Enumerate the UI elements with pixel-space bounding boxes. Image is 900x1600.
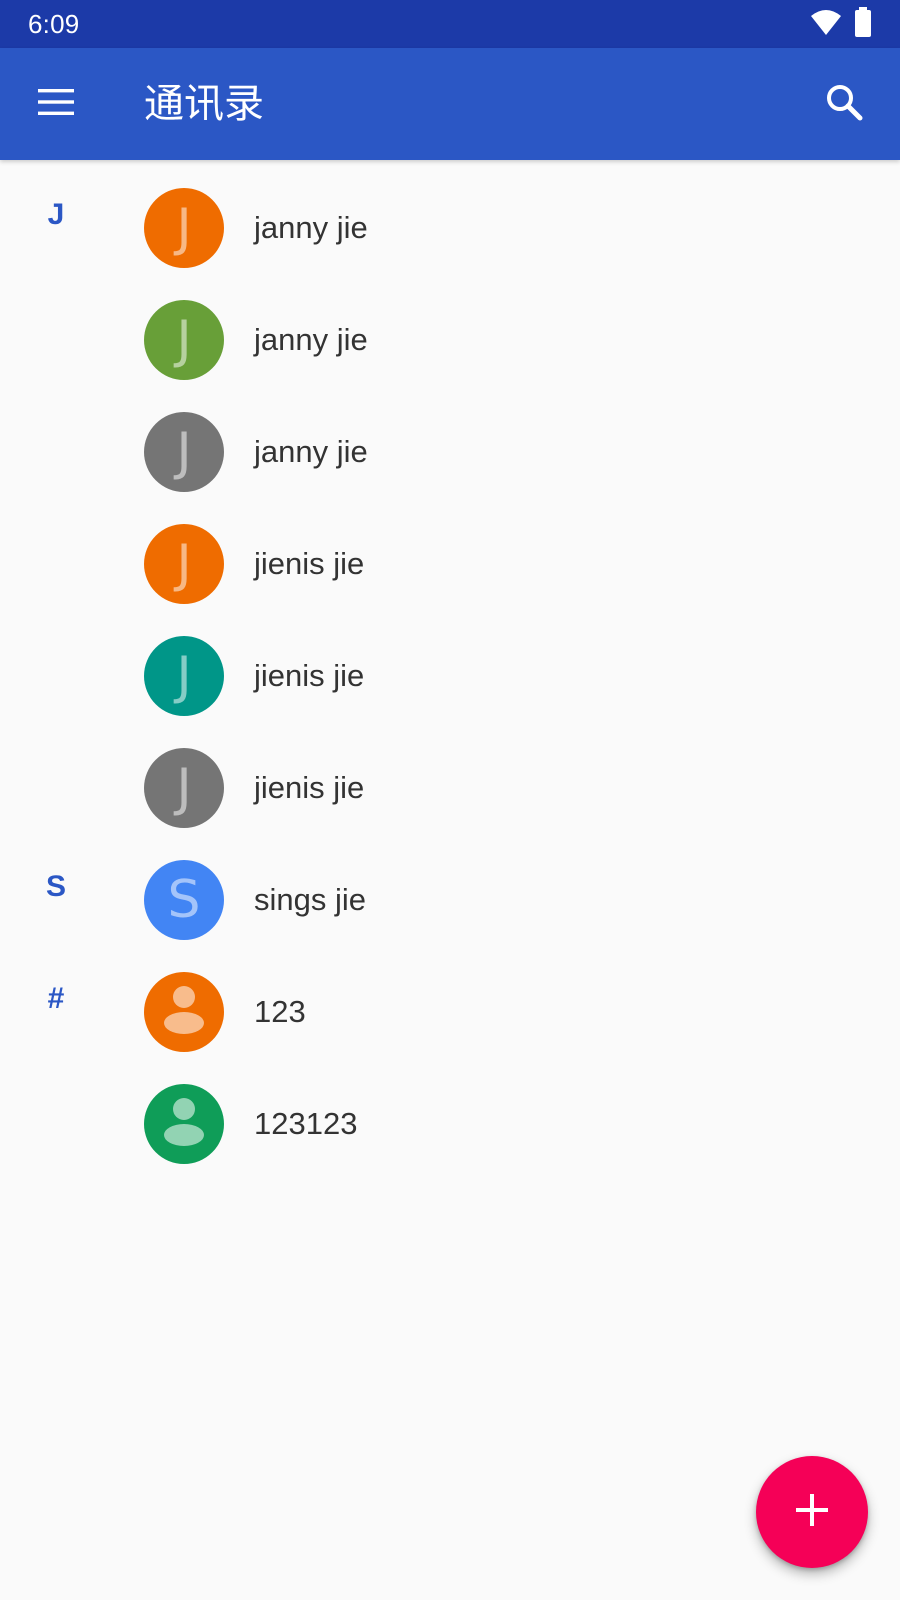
avatar [144, 1084, 224, 1164]
contact-list: J J janny jie J janny jie J janny jie J … [0, 160, 900, 1168]
contact-row[interactable]: J janny jie [0, 384, 900, 496]
status-icons [810, 6, 872, 42]
avatar-initial: J [176, 310, 192, 370]
contact-row[interactable]: J J janny jie [0, 160, 900, 272]
contact-row[interactable]: S S sings jie [0, 832, 900, 944]
avatar: J [144, 412, 224, 492]
status-time: 6:09 [28, 9, 80, 39]
wifi-icon [810, 8, 842, 41]
contact-row[interactable]: J jienis jie [0, 608, 900, 720]
contact-row[interactable]: # 123 [0, 944, 900, 1056]
contact-name: 123 [254, 994, 306, 1029]
avatar-initial: J [176, 758, 192, 818]
menu-icon [36, 87, 76, 122]
contact-name: jienis jie [254, 770, 365, 805]
person-icon [144, 1084, 224, 1164]
avatar-initial: J [176, 198, 192, 258]
avatar-initial: J [176, 646, 192, 706]
section-header: J [47, 198, 65, 231]
section-header: S [45, 870, 66, 903]
contact-name: 123123 [254, 1106, 358, 1141]
search-button[interactable] [808, 68, 880, 140]
avatar: J [144, 300, 224, 380]
menu-button[interactable] [20, 68, 92, 140]
contact-name: janny jie [254, 434, 368, 469]
avatar-initial: S [167, 870, 201, 930]
avatar: J [144, 188, 224, 268]
avatar [144, 972, 224, 1052]
contact-row[interactable]: J janny jie [0, 272, 900, 384]
add-contact-button[interactable] [756, 1456, 868, 1568]
status-bar: 6:09 [0, 0, 900, 48]
add-icon [795, 1493, 829, 1532]
avatar-initial: J [176, 422, 192, 482]
search-icon [824, 82, 864, 127]
avatar-initial: J [176, 534, 192, 594]
contact-name: jienis jie [254, 546, 365, 581]
contact-row[interactable]: J jienis jie [0, 720, 900, 832]
person-icon [144, 972, 224, 1052]
contact-name: janny jie [254, 210, 368, 245]
contact-row[interactable]: J jienis jie [0, 496, 900, 608]
avatar: J [144, 748, 224, 828]
battery-icon [854, 6, 872, 42]
contact-row[interactable]: 123123 [0, 1056, 900, 1168]
avatar: S [144, 860, 224, 940]
app-bar: 通讯录 [0, 48, 900, 160]
contact-name: sings jie [254, 882, 366, 917]
contact-name: janny jie [254, 322, 368, 357]
contact-name: jienis jie [254, 658, 365, 693]
section-header: # [47, 982, 65, 1015]
avatar: J [144, 636, 224, 716]
avatar: J [144, 524, 224, 604]
page-title: 通讯录 [144, 81, 264, 127]
